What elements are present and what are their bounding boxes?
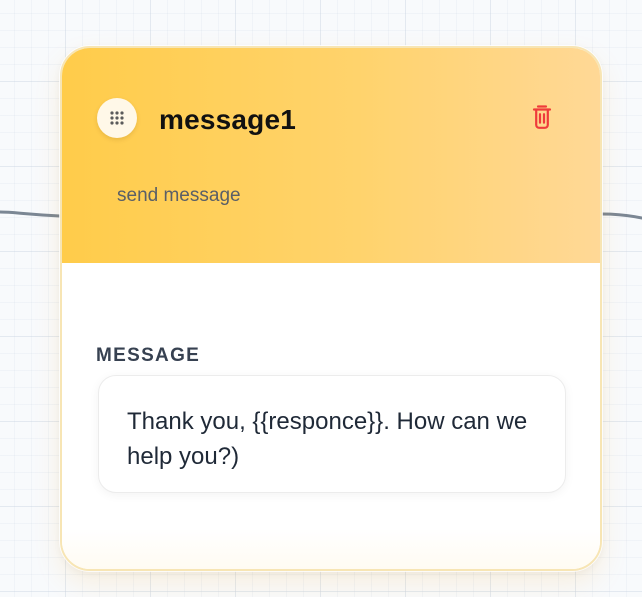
message-node-card[interactable]: message1 send message MESSAGE Thank you,… [60,46,602,571]
workflow-canvas[interactable]: message1 send message MESSAGE Thank you,… [0,0,642,597]
node-subtitle: send message [117,185,241,206]
trash-icon [532,105,552,129]
message-text: Thank you, {{responce}}. How can we help… [127,408,528,470]
delete-node-button[interactable] [526,100,558,134]
message-textarea[interactable]: Thank you, {{responce}}. How can we help… [98,375,566,493]
node-title: message1 [159,104,297,135]
message-field-label: MESSAGE [96,345,201,366]
node-header[interactable]: message1 send message [62,48,600,264]
drag-handle-icon[interactable] [97,98,137,138]
